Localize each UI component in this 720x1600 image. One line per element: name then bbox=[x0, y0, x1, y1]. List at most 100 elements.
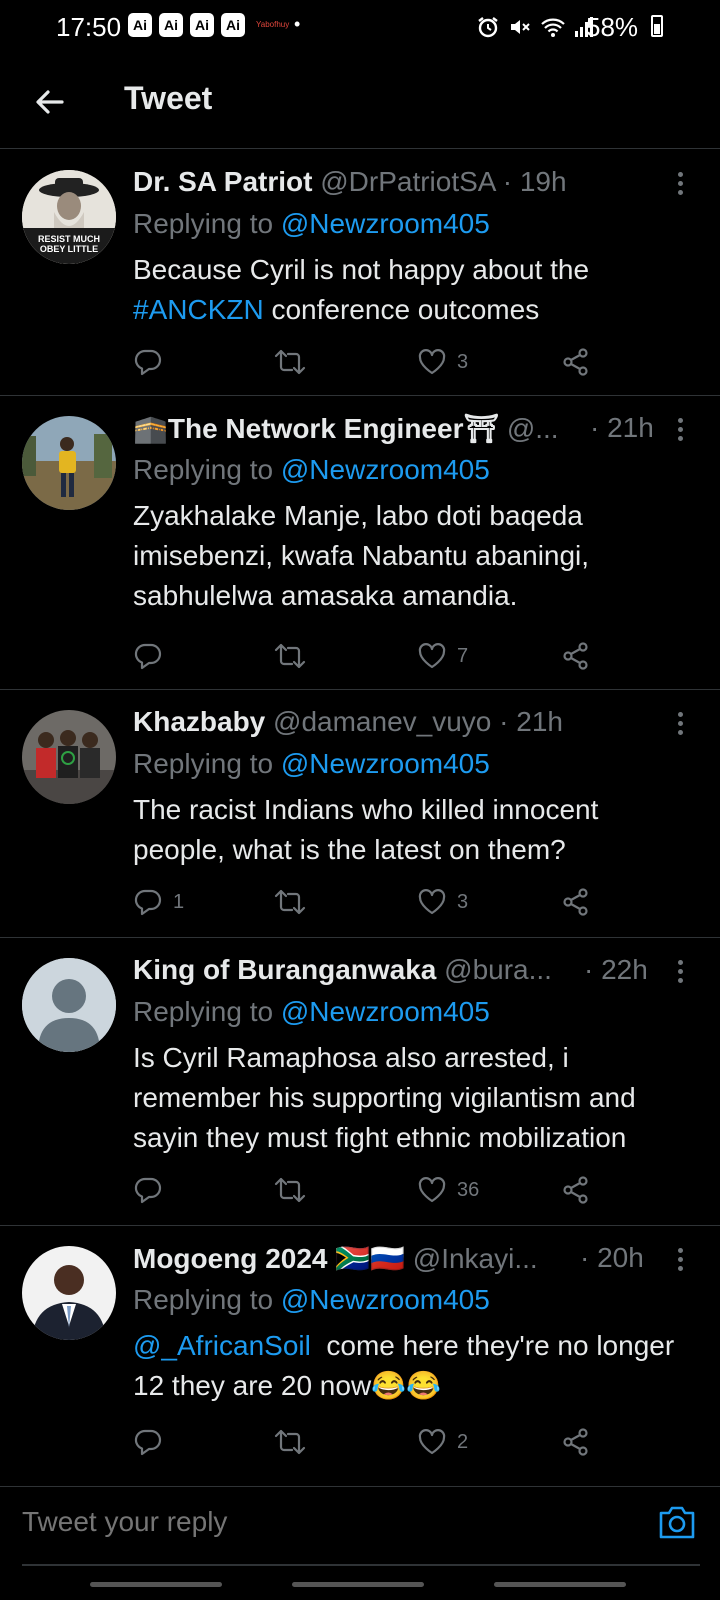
tweet-text: @_AfricanSoil come here they're no longe… bbox=[133, 1326, 693, 1406]
tweet-item[interactable]: 🕋The Network Engineer⛩ @... · 21h Replyi… bbox=[0, 396, 720, 690]
composer-underline bbox=[22, 1564, 700, 1566]
tweet-time: 22h bbox=[601, 954, 648, 985]
more-options-icon[interactable] bbox=[678, 960, 684, 986]
heart-icon bbox=[418, 889, 446, 915]
author-name[interactable]: King of Buranganwaka bbox=[133, 954, 436, 985]
replying-label: Replying to bbox=[133, 208, 281, 239]
replying-to: Replying to @Newzroom405 bbox=[133, 208, 490, 240]
author-handle[interactable]: @DrPatriotSA bbox=[320, 166, 495, 197]
more-options-icon[interactable] bbox=[678, 172, 684, 198]
tweet-item[interactable]: Khazbaby @damanev_vuyo · 21h Replying to… bbox=[0, 690, 720, 938]
replying-to: Replying to @Newzroom405 bbox=[133, 996, 490, 1028]
reply-button[interactable]: 1 bbox=[133, 882, 184, 922]
author-name[interactable]: Mogoeng 2024 🇿🇦🇷🇺 bbox=[133, 1243, 405, 1274]
retweet-button[interactable] bbox=[273, 882, 317, 922]
ai-badge-icon: Ai bbox=[159, 13, 183, 37]
separator: · bbox=[590, 412, 608, 443]
avatar[interactable]: RESIST MUCH OBEY LITTLE bbox=[22, 170, 116, 264]
author-name[interactable]: 🕋The Network Engineer⛩ bbox=[133, 413, 499, 444]
retweet-button[interactable] bbox=[273, 1422, 317, 1462]
mention-link[interactable]: @_AfricanSoil bbox=[133, 1330, 311, 1361]
retweet-button[interactable] bbox=[273, 342, 317, 382]
share-icon bbox=[563, 888, 588, 916]
tweet-time: 21h bbox=[516, 706, 563, 737]
heart-icon bbox=[418, 349, 446, 375]
like-button[interactable]: 3 bbox=[417, 882, 468, 922]
reply-button[interactable] bbox=[133, 1422, 173, 1462]
separator: · bbox=[491, 706, 517, 737]
reply-icon bbox=[134, 1177, 162, 1204]
share-icon bbox=[563, 1176, 588, 1204]
battery-icon bbox=[651, 15, 663, 37]
tweet-text: Is Cyril Ramaphosa also arrested, i reme… bbox=[133, 1042, 636, 1153]
retweet-icon bbox=[274, 889, 306, 915]
app-header: Tweet bbox=[0, 56, 720, 150]
tweet-item[interactable]: King of Buranganwaka @bura... · 22h Repl… bbox=[0, 938, 720, 1226]
arrow-left-icon[interactable] bbox=[30, 82, 70, 122]
hashtag-link[interactable]: #ANCKZN bbox=[133, 294, 264, 325]
tweet-header: Dr. SA Patriot @DrPatriotSA · 19h bbox=[133, 166, 673, 198]
replying-to-link[interactable]: @Newzroom405 bbox=[281, 1284, 490, 1315]
retweet-button[interactable] bbox=[273, 636, 317, 676]
tweet-header: King of Buranganwaka @bura... bbox=[133, 954, 583, 986]
share-icon bbox=[563, 1428, 588, 1456]
reply-button[interactable] bbox=[133, 1170, 173, 1210]
default-avatar-icon bbox=[22, 958, 116, 1052]
replying-label: Replying to bbox=[133, 748, 281, 779]
ai-badge-icon: Ai bbox=[128, 13, 152, 37]
share-button[interactable] bbox=[561, 882, 591, 922]
tweet-actions: 1 3 bbox=[133, 882, 653, 922]
avatar-caption: RESIST MUCH OBEY LITTLE bbox=[37, 234, 100, 254]
share-button[interactable] bbox=[561, 342, 591, 382]
like-button[interactable]: 7 bbox=[417, 636, 468, 676]
like-button[interactable]: 36 bbox=[417, 1170, 479, 1210]
reply-icon bbox=[134, 889, 162, 916]
like-count: 7 bbox=[457, 644, 469, 667]
tweet-text-part: conference outcomes bbox=[263, 294, 540, 325]
avatar[interactable] bbox=[22, 710, 116, 804]
author-handle[interactable]: @bura... bbox=[444, 954, 552, 985]
nav-home-button[interactable] bbox=[292, 1582, 424, 1587]
nav-back-button[interactable] bbox=[494, 1582, 626, 1587]
like-count: 3 bbox=[457, 890, 469, 913]
header-divider bbox=[0, 148, 720, 149]
alarm-icon bbox=[478, 17, 498, 38]
author-name[interactable]: Khazbaby bbox=[133, 706, 265, 737]
like-button[interactable]: 2 bbox=[417, 1422, 468, 1462]
tweet-item[interactable]: Mogoeng 2024 🇿🇦🇷🇺 @Inkayi... · 20h Reply… bbox=[0, 1226, 720, 1486]
replying-to-link[interactable]: @Newzroom405 bbox=[281, 454, 490, 485]
replying-to-link[interactable]: @Newzroom405 bbox=[281, 996, 490, 1027]
avatar[interactable] bbox=[22, 416, 116, 510]
ai-badge-icon: Ai bbox=[190, 13, 214, 37]
tweet-item[interactable]: RESIST MUCH OBEY LITTLE Dr. SA Patriot @… bbox=[0, 150, 720, 396]
reply-icon bbox=[134, 1429, 162, 1456]
avatar-image bbox=[22, 1246, 116, 1340]
replying-to-link[interactable]: @Newzroom405 bbox=[281, 748, 490, 779]
camera-icon[interactable] bbox=[658, 1504, 696, 1540]
reply-input[interactable] bbox=[22, 1506, 622, 1538]
more-options-icon[interactable] bbox=[678, 1248, 684, 1274]
share-button[interactable] bbox=[561, 1170, 591, 1210]
like-button[interactable]: 3 bbox=[417, 342, 468, 382]
share-button[interactable] bbox=[561, 1422, 591, 1462]
reply-button[interactable] bbox=[133, 636, 173, 676]
avatar[interactable] bbox=[22, 958, 116, 1052]
reply-icon bbox=[134, 349, 162, 376]
reply-count: 1 bbox=[173, 890, 185, 913]
avatar[interactable] bbox=[22, 1246, 116, 1340]
author-handle[interactable]: @Inkayi... bbox=[413, 1243, 538, 1274]
author-handle[interactable]: @... bbox=[507, 413, 559, 444]
tweet-time-wrap: · 22h bbox=[584, 954, 648, 986]
status-bar: 17:50 Ai Ai Ai Ai Yabofhuy • 58% bbox=[0, 0, 720, 56]
retweet-button[interactable] bbox=[273, 1170, 317, 1210]
replying-to-link[interactable]: @Newzroom405 bbox=[281, 208, 490, 239]
like-count: 3 bbox=[457, 350, 469, 373]
author-name[interactable]: Dr. SA Patriot bbox=[133, 166, 312, 197]
nav-recents-button[interactable] bbox=[90, 1582, 222, 1587]
author-handle[interactable]: @damanev_vuyo bbox=[273, 706, 491, 737]
share-button[interactable] bbox=[561, 636, 591, 676]
more-options-icon[interactable] bbox=[678, 712, 684, 738]
reply-button[interactable] bbox=[133, 342, 173, 382]
replying-to: Replying to @Newzroom405 bbox=[133, 748, 490, 780]
more-options-icon[interactable] bbox=[678, 418, 684, 444]
